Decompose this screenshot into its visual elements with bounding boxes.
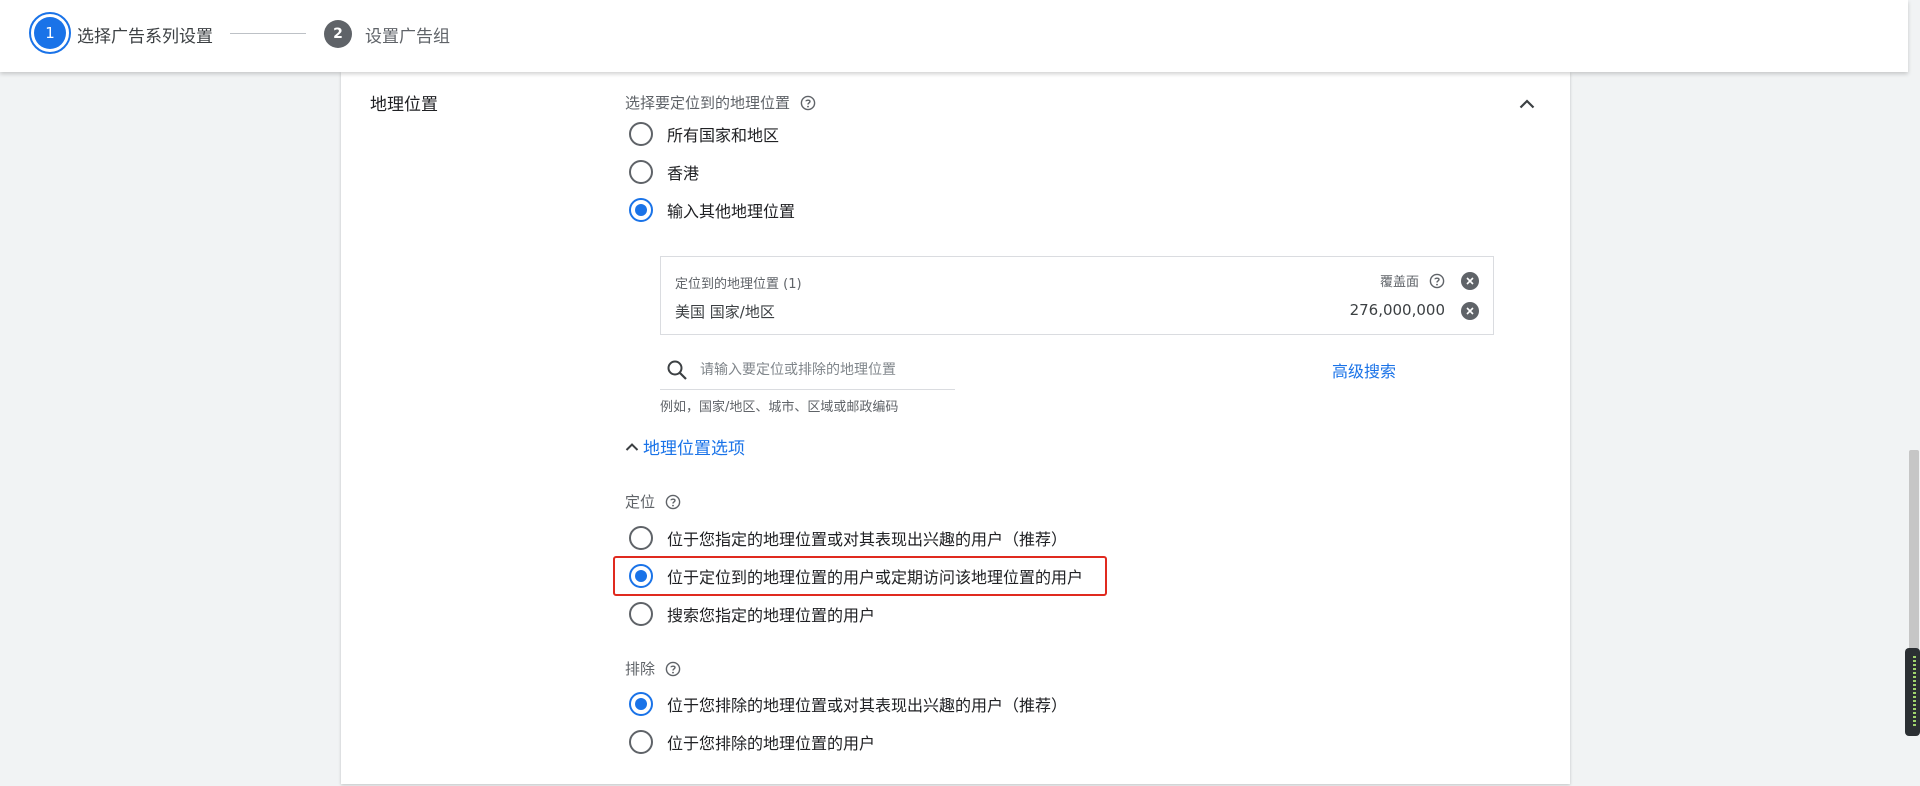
targeted-locations-box: 定位到的地理位置 (1) 覆盖面 美国 国家/地区 276,000,000: [660, 256, 1494, 335]
radio-button[interactable]: [629, 730, 653, 754]
radio-button-selected[interactable]: [629, 198, 653, 222]
remove-location-button[interactable]: [1461, 302, 1479, 320]
location-search-input[interactable]: [700, 361, 940, 378]
targeted-locations-header: 定位到的地理位置 (1): [675, 277, 802, 292]
search-hint: 例如，国家/地区、城市、区域或邮政编码: [660, 400, 899, 415]
scrollbar-thumb[interactable]: [1909, 450, 1919, 650]
radio-button-selected[interactable]: [629, 692, 653, 716]
location-option-label: 所有国家和地区: [667, 126, 780, 145]
targeted-location-reach: 276,000,000: [1349, 301, 1445, 319]
close-icon: [1466, 277, 1474, 285]
close-icon: [1466, 307, 1474, 315]
step-2[interactable]: 2 设置广告组: [324, 16, 450, 52]
location-option-custom[interactable]: 输入其他地理位置: [629, 198, 795, 222]
radio-button[interactable]: [629, 526, 653, 550]
coverage-header: 覆盖面: [1380, 271, 1445, 290]
radio-button[interactable]: [629, 160, 653, 184]
step-1-ring: 1: [29, 11, 71, 54]
radio-button[interactable]: [629, 122, 653, 146]
location-search: [660, 350, 955, 390]
step-connector: [230, 33, 306, 34]
location-options-toggle[interactable]: 地理位置选项: [625, 434, 745, 459]
help-icon[interactable]: [1429, 273, 1445, 289]
location-option-all[interactable]: 所有国家和地区: [629, 122, 779, 146]
highlight-annotation: [613, 556, 1107, 596]
location-prompt: 选择要定位到的地理位置: [625, 92, 816, 113]
level-meter-widget: [1905, 648, 1920, 736]
targeting-label: 定位: [625, 491, 681, 512]
location-option-label: 香港: [667, 164, 700, 183]
targeting-option-label: 搜索您指定的地理位置的用户: [667, 606, 876, 625]
radio-button[interactable]: [629, 602, 653, 626]
help-icon[interactable]: [665, 494, 681, 510]
stepper-header: 1 选择广告系列设置 2 设置广告组: [0, 0, 1908, 72]
collapse-section-button[interactable]: [1515, 92, 1539, 116]
step-1-number: 1: [34, 16, 66, 49]
step-1-label: 选择广告系列设置: [77, 26, 213, 47]
location-prompt-text: 选择要定位到的地理位置: [625, 94, 791, 112]
targeting-option-search[interactable]: 搜索您指定的地理位置的用户: [629, 602, 875, 626]
location-settings-card: 地理位置 选择要定位到的地理位置 所有国家和地区 香港 输入其他地理位置 定位到…: [341, 72, 1570, 784]
exclusion-label: 排除: [625, 658, 681, 679]
targeting-label-text: 定位: [625, 493, 656, 511]
targeted-location-name: 美国 国家/地区: [675, 303, 775, 321]
chevron-up-icon: [1519, 99, 1535, 109]
help-icon[interactable]: [665, 661, 681, 677]
section-title: 地理位置: [370, 95, 438, 115]
search-icon: [667, 360, 687, 380]
help-icon[interactable]: [800, 95, 816, 111]
exclusion-option-presence[interactable]: 位于您排除的地理位置的用户: [629, 730, 875, 754]
location-option-hongkong[interactable]: 香港: [629, 160, 699, 184]
exclusion-option-label: 位于您排除的地理位置或对其表现出兴趣的用户（推荐）: [667, 696, 1068, 715]
advanced-search-link[interactable]: 高级搜索: [1332, 358, 1396, 382]
exclusion-option-label: 位于您排除的地理位置的用户: [667, 734, 876, 753]
coverage-label: 覆盖面: [1379, 275, 1419, 290]
exclusion-option-interest[interactable]: 位于您排除的地理位置或对其表现出兴趣的用户（推荐）: [629, 692, 1067, 716]
targeting-option-interest[interactable]: 位于您指定的地理位置或对其表现出兴趣的用户（推荐）: [629, 526, 1067, 550]
location-option-label: 输入其他地理位置: [667, 202, 796, 221]
step-2-label: 设置广告组: [365, 26, 450, 47]
chevron-up-icon: [625, 442, 639, 451]
step-2-number: 2: [324, 20, 352, 48]
remove-all-button[interactable]: [1461, 272, 1479, 290]
targeting-option-label: 位于您指定的地理位置或对其表现出兴趣的用户（推荐）: [667, 530, 1068, 549]
step-1[interactable]: 1 选择广告系列设置: [29, 11, 213, 54]
location-options-label: 地理位置选项: [643, 439, 745, 459]
exclusion-label-text: 排除: [625, 660, 656, 678]
